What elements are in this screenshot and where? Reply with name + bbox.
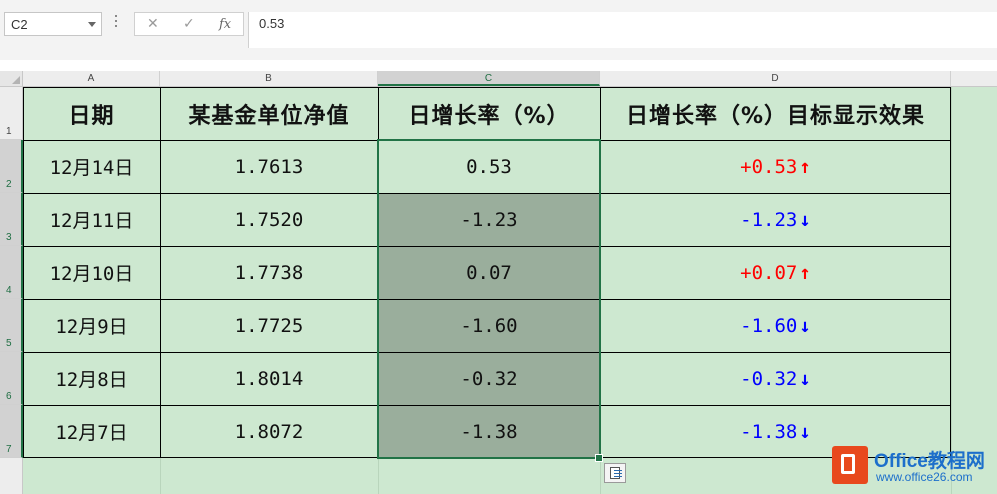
header-display[interactable]: 日增长率（%）目标显示效果: [600, 87, 951, 140]
cell-display[interactable]: -1.23 ↓: [600, 193, 951, 246]
header-nav[interactable]: 某基金单位净值: [160, 87, 378, 140]
cell-date[interactable]: 12月11日: [23, 193, 160, 246]
fill-handle[interactable]: [595, 454, 603, 462]
cell-rate-selected[interactable]: -1.60: [378, 299, 600, 352]
chevron-down-icon[interactable]: [88, 22, 96, 27]
display-value: +0.07: [740, 261, 798, 284]
arrow-down-icon: ↓: [799, 367, 811, 390]
cell-nav[interactable]: 1.7738: [160, 246, 378, 299]
cell-nav[interactable]: 1.8072: [160, 405, 378, 458]
cell-rate-selected[interactable]: -1.38: [378, 405, 600, 458]
header-rate[interactable]: 日增长率（%）: [378, 87, 600, 140]
cell-rate-selected[interactable]: -1.23: [378, 193, 600, 246]
name-box-value: C2: [11, 17, 28, 32]
formula-input[interactable]: 0.53: [248, 12, 997, 48]
formula-value: 0.53: [259, 16, 285, 31]
cell-nav[interactable]: 1.7725: [160, 299, 378, 352]
formula-bar: C2 ✕ ✓ fx 0.53: [0, 0, 997, 60]
cell-date[interactable]: 12月9日: [23, 299, 160, 352]
cell-display[interactable]: -1.60 ↓: [600, 299, 951, 352]
arrow-down-icon: ↓: [799, 420, 811, 443]
column-header-b[interactable]: B: [160, 71, 378, 86]
row-header-1[interactable]: 1: [0, 87, 23, 140]
cell-nav[interactable]: 1.7613: [160, 140, 378, 193]
watermark-brand: Office教程网: [874, 451, 985, 472]
header-date[interactable]: 日期: [23, 87, 160, 140]
cell-display[interactable]: -0.32 ↓: [600, 352, 951, 405]
cell-display[interactable]: +0.53 ↑: [600, 140, 951, 193]
cancel-icon[interactable]: ✕: [147, 16, 159, 32]
name-box[interactable]: C2: [4, 12, 102, 36]
display-value: -1.23: [740, 208, 798, 231]
cell-date[interactable]: 12月8日: [23, 352, 160, 405]
arrow-down-icon: ↓: [799, 314, 811, 337]
more-options-icon[interactable]: [114, 15, 118, 31]
cell-rate-selected[interactable]: 0.07: [378, 246, 600, 299]
display-value: -1.60: [740, 314, 798, 337]
column-header-c[interactable]: C: [378, 71, 600, 86]
cell-rate-selected[interactable]: -0.32: [378, 352, 600, 405]
formula-buttons: ✕ ✓ fx: [134, 12, 244, 36]
column-header-e[interactable]: [951, 71, 997, 86]
watermark-logo: Office教程网 www.office26.com: [832, 440, 994, 490]
column-header-a[interactable]: A: [23, 71, 160, 86]
row-header-5[interactable]: 5: [0, 299, 23, 352]
worksheet-grid: 日期 某基金单位净值 日增长率（%） 日增长率（%）目标显示效果 12月14日 …: [23, 87, 997, 494]
column-header-d[interactable]: D: [600, 71, 951, 86]
watermark-url: www.office26.com: [876, 470, 973, 484]
cell-date[interactable]: 12月14日: [23, 140, 160, 193]
cell-nav[interactable]: 1.8014: [160, 352, 378, 405]
row-header-8[interactable]: [0, 458, 23, 494]
arrow-down-icon: ↓: [799, 208, 811, 231]
row-header-3[interactable]: 3: [0, 193, 23, 246]
display-value: +0.53: [740, 155, 798, 178]
cell-rate-active[interactable]: 0.53: [378, 140, 600, 193]
arrow-up-icon: ↑: [799, 261, 811, 284]
insert-function-icon[interactable]: fx: [219, 17, 231, 32]
display-value: -0.32: [740, 367, 798, 390]
row-header-4[interactable]: 4: [0, 246, 23, 299]
select-all-button[interactable]: [0, 71, 23, 86]
cell-nav[interactable]: 1.7520: [160, 193, 378, 246]
arrow-up-icon: ↑: [799, 155, 811, 178]
office-logo-icon: [832, 446, 868, 484]
display-value: -1.38: [740, 420, 798, 443]
row-header-6[interactable]: 6: [0, 352, 23, 405]
cell-date[interactable]: 12月7日: [23, 405, 160, 458]
row-header-7[interactable]: 7: [0, 405, 23, 458]
cell-display[interactable]: +0.07 ↑: [600, 246, 951, 299]
check-icon[interactable]: ✓: [183, 16, 195, 32]
cell-date[interactable]: 12月10日: [23, 246, 160, 299]
column-header-bar: A B C D: [0, 71, 997, 87]
row-header-2[interactable]: 2: [0, 140, 23, 193]
quick-analysis-icon[interactable]: [604, 463, 626, 483]
